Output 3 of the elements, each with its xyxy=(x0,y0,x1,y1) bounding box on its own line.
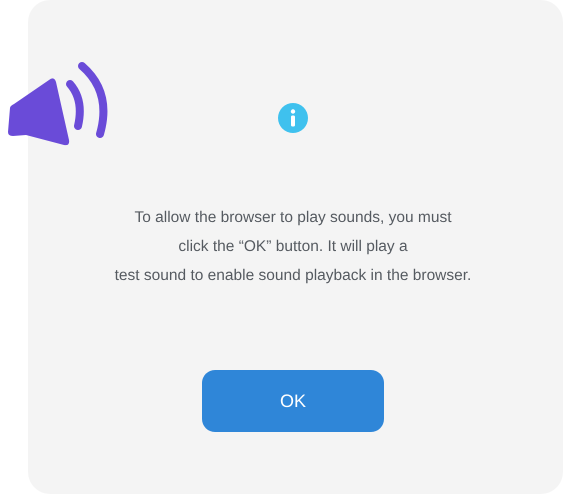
info-icon xyxy=(278,103,308,133)
ok-button[interactable]: OK xyxy=(202,370,384,432)
message-text: To allow the browser to play sounds, you must click the “OK” button. It will play a test sound to enable sound playback in the browser. xyxy=(114,208,472,286)
